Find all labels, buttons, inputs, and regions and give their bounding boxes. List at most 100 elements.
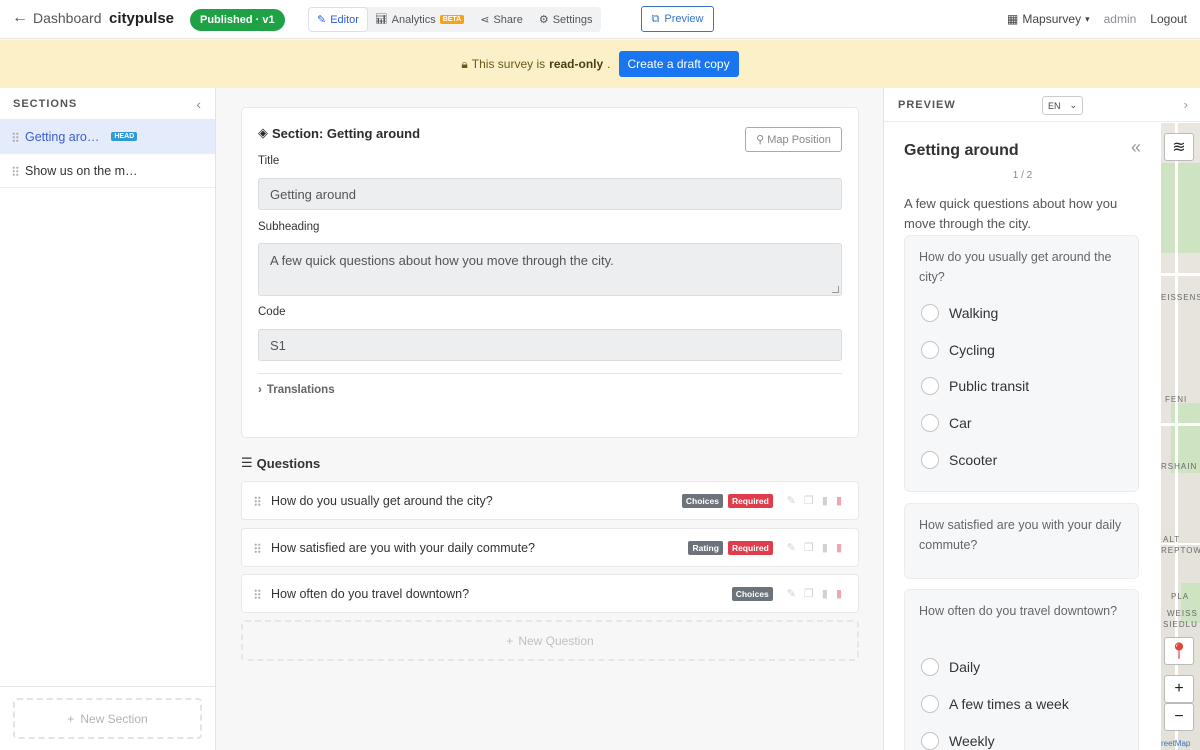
new-section-label: New Section	[80, 711, 148, 726]
zoom-in-button[interactable]: +	[1164, 675, 1194, 703]
preview-title: PREVIEW	[898, 98, 956, 111]
code-input[interactable]: S1	[258, 329, 842, 361]
drag-handle-icon[interactable]	[254, 588, 261, 599]
radio-button[interactable]	[921, 658, 939, 676]
trash-icon[interactable]: ▮	[836, 587, 842, 600]
map-view[interactable]: EISSENS FENI RSHAIN ALT REPTOW PLA WEISS…	[1161, 123, 1200, 750]
archive-icon[interactable]: ▮	[822, 494, 828, 507]
chevron-left-icon[interactable]: ‹	[196, 96, 201, 112]
list-icon: ☰	[241, 455, 253, 470]
drag-handle-icon[interactable]	[254, 495, 261, 506]
user-name: admin	[1103, 12, 1137, 26]
code-label: Code	[258, 306, 286, 318]
published-status-badge[interactable]: Published · v1	[190, 9, 285, 31]
lock-icon: 🔒︎	[461, 56, 468, 71]
language-select[interactable]: EN ⌄	[1042, 96, 1083, 115]
new-question-button[interactable]: + New Question	[241, 620, 859, 661]
preview-question-label: How often do you travel downtown?	[919, 604, 1118, 618]
create-draft-copy-button[interactable]: Create a draft copy	[618, 51, 739, 77]
back-to-dashboard-link[interactable]: ← Dashboard	[12, 9, 102, 27]
drag-handle-icon[interactable]	[12, 165, 19, 176]
edit-icon[interactable]: ✎	[787, 541, 796, 554]
new-section-button[interactable]: + New Section	[13, 698, 202, 739]
radio-button[interactable]	[921, 414, 939, 432]
tab-share-label: Share	[493, 13, 523, 26]
divider	[258, 373, 842, 374]
radio-button[interactable]	[921, 304, 939, 322]
question-text: How satisfied are you with your daily co…	[271, 540, 536, 555]
mapsurvey-menu[interactable]: ▦ Mapsurvey ▾	[1007, 12, 1090, 26]
radio-option[interactable]: Weekly	[921, 732, 995, 750]
map-attribution[interactable]: reetMap	[1161, 739, 1190, 748]
preview-subheading: A few quick questions about how you move…	[904, 196, 1118, 231]
radio-option[interactable]: Scooter	[921, 451, 997, 469]
radio-button[interactable]	[921, 377, 939, 395]
radio-option[interactable]: Cycling	[921, 341, 995, 359]
copy-icon[interactable]: ❐	[804, 494, 814, 507]
map-position-label: Map Position	[767, 133, 831, 146]
option-label: Public transit	[949, 378, 1030, 394]
sidebar-item-getting-around[interactable]: Getting aro… HEAD	[0, 120, 215, 154]
question-row[interactable]: How often do you travel downtown? Choice…	[241, 574, 859, 613]
copy-icon[interactable]: ❐	[804, 541, 814, 554]
sidebar-item-label: Show us on the m…	[25, 163, 138, 178]
option-label: Cycling	[949, 342, 995, 358]
logout-link[interactable]: Logout	[1150, 12, 1187, 26]
tab-share[interactable]: ⋖ Share	[472, 8, 531, 31]
preview-section-title: Getting around	[904, 142, 1019, 159]
section-card: ◈ Section: Getting around ⚲ Map Position…	[241, 107, 859, 438]
trash-icon[interactable]: ▮	[836, 541, 842, 554]
preview-header: PREVIEW EN ⌄ ›	[884, 88, 1200, 122]
map-label: WEISS	[1167, 609, 1198, 618]
sidebar-item-show-us-on-map[interactable]: Show us on the m…	[0, 154, 215, 188]
preview-panel: PREVIEW EN ⌄ › Getting around « 1 / 2 A …	[883, 88, 1200, 750]
archive-icon[interactable]: ▮	[822, 541, 828, 554]
copy-icon[interactable]: ❐	[804, 587, 814, 600]
required-badge: Required	[727, 540, 773, 555]
edit-icon[interactable]: ✎	[787, 494, 796, 507]
question-row[interactable]: How satisfied are you with your daily co…	[241, 528, 859, 567]
title-input[interactable]: Getting around	[258, 178, 842, 210]
share-icon: ⋖	[480, 14, 490, 26]
option-label: Weekly	[949, 733, 995, 749]
map-marker-icon: ⚲	[756, 134, 765, 146]
top-bar-right: ▦ Mapsurvey ▾ admin Logout	[1007, 12, 1187, 26]
radio-button[interactable]	[921, 451, 939, 469]
radio-button[interactable]	[921, 695, 939, 713]
drag-handle-icon[interactable]	[254, 542, 261, 553]
drag-handle-icon[interactable]	[12, 131, 19, 142]
tab-editor[interactable]: ✎ Editor	[309, 8, 367, 31]
zoom-out-button[interactable]: −	[1164, 703, 1194, 731]
map-label: PLA	[1171, 592, 1190, 601]
chevron-right-icon[interactable]: ›	[1184, 97, 1188, 112]
questions-heading: ☰ Questions	[241, 455, 320, 471]
radio-option[interactable]: A few times a week	[921, 695, 1069, 713]
map-label: REPTOW	[1161, 546, 1200, 555]
radio-option[interactable]: Walking	[921, 304, 998, 322]
layers-icon[interactable]: ≋	[1164, 133, 1194, 161]
archive-icon[interactable]: ▮	[822, 587, 828, 600]
tab-analytics[interactable]: 📊︎ Analytics BETA	[367, 8, 472, 31]
radio-option[interactable]: Car	[921, 414, 972, 432]
trash-icon[interactable]: ▮	[836, 494, 842, 507]
map-position-button[interactable]: ⚲ Map Position	[745, 127, 842, 152]
radio-option[interactable]: Public transit	[921, 377, 1029, 395]
radio-option[interactable]: Daily	[921, 658, 980, 676]
map-pin-icon[interactable]: 📍︎	[1164, 637, 1194, 665]
map-label: SIEDLU	[1163, 620, 1198, 629]
edit-icon[interactable]: ✎	[787, 587, 796, 600]
question-row[interactable]: How do you usually get around the city? …	[241, 481, 859, 520]
radio-button[interactable]	[921, 341, 939, 359]
double-chevron-left-icon[interactable]: «	[1131, 137, 1141, 158]
radio-button[interactable]	[921, 732, 939, 750]
preview-question-card: How often do you travel downtown? Daily …	[904, 589, 1139, 750]
resize-handle-icon[interactable]	[832, 286, 839, 293]
option-label: Scooter	[949, 452, 998, 468]
preview-button[interactable]: ⧉ Preview	[641, 6, 714, 32]
subheading-textarea[interactable]: A few quick questions about how you move…	[258, 243, 842, 296]
translations-toggle[interactable]: › Translations	[258, 384, 335, 396]
tab-settings[interactable]: ⚙ Settings	[531, 8, 601, 31]
preview-button-label: Preview	[664, 13, 704, 25]
arrow-left-icon: ←	[12, 9, 28, 26]
road	[1161, 273, 1200, 276]
